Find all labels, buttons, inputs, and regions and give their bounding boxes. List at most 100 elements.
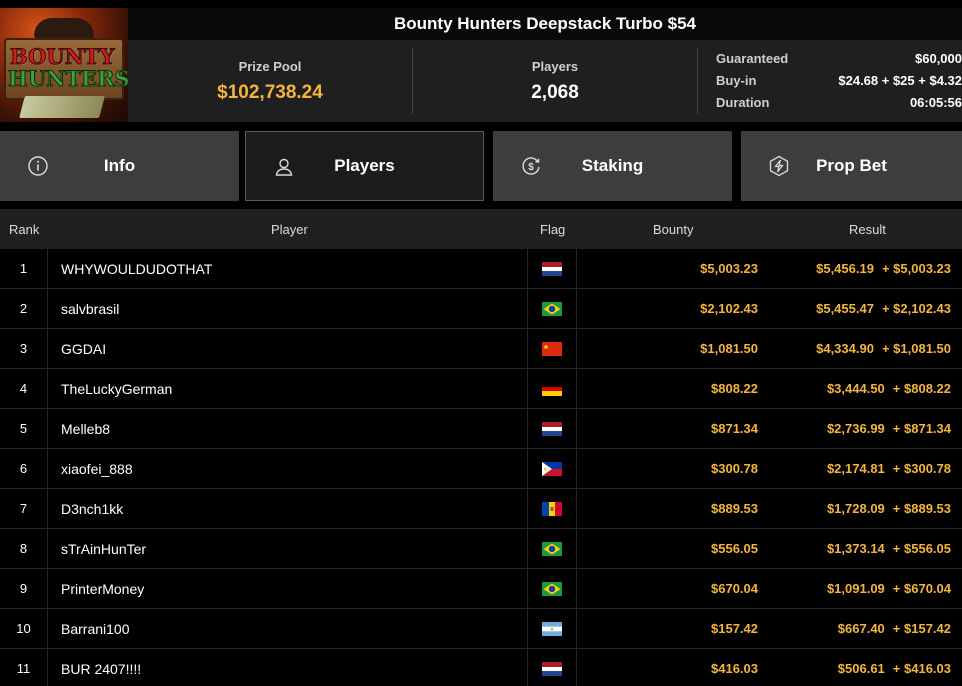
- tab-players[interactable]: Players: [245, 131, 484, 201]
- tab-info[interactable]: Info: [0, 131, 239, 201]
- flag-cell: [527, 609, 577, 648]
- bounty-cell: $300.78: [711, 461, 758, 476]
- player-name-cell[interactable]: salvbrasil: [49, 289, 527, 328]
- flag-cell: [527, 649, 577, 686]
- col-flag[interactable]: Flag: [540, 222, 565, 237]
- result-prize: $2,174.81: [826, 461, 885, 476]
- flag-icon-md: [542, 501, 562, 516]
- table-row[interactable]: 4 TheLuckyGerman $808.22 $3,444.50 + $808.22: [0, 369, 962, 409]
- result-cell: $1,373.14 + $556.05: [770, 529, 951, 568]
- result-bounty: + $871.34: [892, 421, 951, 436]
- table-row[interactable]: 6 xiaofei_888 $300.78 $2,174.81 + $300.78: [0, 449, 962, 489]
- prize-pool-stat: Prize Pool $102,738.24: [128, 40, 412, 122]
- duration-value: 06:05:56: [909, 95, 962, 110]
- bounty-cell: $1,081.50: [700, 341, 758, 356]
- user-icon: [275, 158, 293, 176]
- rank-cell: 2: [0, 289, 48, 328]
- bounty-cell: $871.34: [711, 421, 758, 436]
- flag-icon-cn: [542, 341, 562, 356]
- rank-cell: 5: [0, 409, 48, 448]
- tab-staking[interactable]: $ Staking: [493, 131, 732, 201]
- col-rank[interactable]: Rank: [9, 222, 39, 237]
- flag-cell: [527, 289, 577, 328]
- tournament-details: Guaranteed $60,000 Buy-in $24.68 + $25 +…: [716, 51, 962, 117]
- col-result[interactable]: Result: [849, 222, 886, 237]
- result-cell: $2,174.81 + $300.78: [770, 449, 951, 488]
- money-graphic: [19, 96, 105, 118]
- table-row[interactable]: 11 BUR 2407!!!! $416.03 $506.61 + $416.03: [0, 649, 962, 686]
- player-name-cell[interactable]: xiaofei_888: [49, 449, 527, 488]
- result-prize: $2,736.99: [826, 421, 885, 436]
- player-name-cell[interactable]: PrinterMoney: [49, 569, 527, 608]
- result-bounty: + $889.53: [892, 501, 951, 516]
- result-bounty: + $157.42: [892, 621, 951, 636]
- tab-info-label: Info: [103, 156, 136, 175]
- stats-panel: Prize Pool $102,738.24 Players 2,068 Gua…: [128, 40, 962, 122]
- result-prize: $667.40: [837, 621, 885, 636]
- guaranteed-label: Guaranteed: [716, 51, 789, 66]
- flag-icon-br: [542, 301, 562, 316]
- bounty-cell: $2,102.43: [700, 301, 758, 316]
- result-cell: $506.61 + $416.03: [770, 649, 951, 686]
- tab-staking-label: Staking: [581, 156, 644, 175]
- table-row[interactable]: 7 D3nch1kk $889.53 $1,728.09 + $889.53: [0, 489, 962, 529]
- player-name-cell[interactable]: Melleb8: [49, 409, 527, 448]
- flag-icon-de: [542, 381, 562, 396]
- flag-icon-nl: [542, 661, 562, 676]
- player-name-cell[interactable]: GGDAI: [49, 329, 527, 368]
- buyin-value: $24.68 + $25 + $4.32: [838, 73, 962, 88]
- flag-icon-nl: [542, 261, 562, 276]
- player-name-cell[interactable]: D3nch1kk: [49, 489, 527, 528]
- bounty-cell: $670.04: [711, 581, 758, 596]
- buyin-label: Buy-in: [716, 73, 757, 88]
- rank-cell: 8: [0, 529, 48, 568]
- result-cell: $1,091.09 + $670.04: [770, 569, 951, 608]
- result-bounty: + $556.05: [892, 541, 951, 556]
- rank-cell: 6: [0, 449, 48, 488]
- bounty-cell: $556.05: [711, 541, 758, 556]
- result-bounty: + $808.22: [892, 381, 951, 396]
- player-name-cell[interactable]: TheLuckyGerman: [49, 369, 527, 408]
- col-bounty[interactable]: Bounty: [653, 222, 693, 237]
- player-name-cell[interactable]: sTrAinHunTer: [49, 529, 527, 568]
- table-row[interactable]: 9 PrinterMoney $670.04 $1,091.09 + $670.04: [0, 569, 962, 609]
- result-prize: $1,728.09: [826, 501, 885, 516]
- col-player[interactable]: Player: [271, 222, 308, 237]
- table-row[interactable]: 10 Barrani100 $157.42 $667.40 + $157.42: [0, 609, 962, 649]
- lightning-icon: [769, 155, 789, 177]
- table-row[interactable]: 3 GGDAI $1,081.50 $4,334.90 + $1,081.50: [0, 329, 962, 369]
- tournament-title: Bounty Hunters Deepstack Turbo $54: [128, 8, 962, 40]
- table-row[interactable]: 2 salvbrasil $2,102.43 $5,455.47 + $2,102.43: [0, 289, 962, 329]
- tab-prop-bet-label: Prop Bet: [816, 156, 887, 175]
- result-prize: $1,091.09: [826, 581, 885, 596]
- players-table-body: 1 WHYWOULDUDOTHAT $5,003.23 $5,456.19 + $5,0…: [0, 249, 962, 686]
- result-cell: $1,728.09 + $889.53: [770, 489, 951, 528]
- duration-label: Duration: [716, 95, 770, 110]
- flag-cell: [527, 489, 577, 528]
- flag-icon-br: [542, 541, 562, 556]
- info-icon: [28, 156, 48, 176]
- tab-players-label: Players: [334, 156, 395, 175]
- bounty-cell: $889.53: [711, 501, 758, 516]
- logo-text-hunters: HUNTERS: [8, 66, 128, 92]
- table-row[interactable]: 8 sTrAinHunTer $556.05 $1,373.14 + $556.05: [0, 529, 962, 569]
- buyin-row: Buy-in $24.68 + $25 + $4.32: [716, 73, 962, 95]
- tab-prop-bet[interactable]: Prop Bet: [741, 131, 962, 201]
- rank-cell: 1: [0, 249, 48, 288]
- players-value: 2,068: [531, 82, 579, 103]
- player-name-cell[interactable]: Barrani100: [49, 609, 527, 648]
- player-name-cell[interactable]: BUR 2407!!!!: [49, 649, 527, 686]
- result-prize: $5,456.19: [816, 261, 874, 276]
- player-name-cell[interactable]: WHYWOULDUDOTHAT: [49, 249, 527, 288]
- divider: [697, 48, 698, 114]
- rank-cell: 3: [0, 329, 48, 368]
- flag-cell: [527, 409, 577, 448]
- result-prize: $3,444.50: [826, 381, 885, 396]
- table-row[interactable]: 1 WHYWOULDUDOTHAT $5,003.23 $5,456.19 + $5,0…: [0, 249, 962, 289]
- result-cell: $2,736.99 + $871.34: [770, 409, 951, 448]
- hat-graphic: [34, 18, 94, 38]
- table-row[interactable]: 5 Melleb8 $871.34 $2,736.99 + $871.34: [0, 409, 962, 449]
- rank-cell: 11: [0, 649, 48, 686]
- result-bounty: + $2,102.43: [881, 301, 951, 316]
- result-cell: $667.40 + $157.42: [770, 609, 951, 648]
